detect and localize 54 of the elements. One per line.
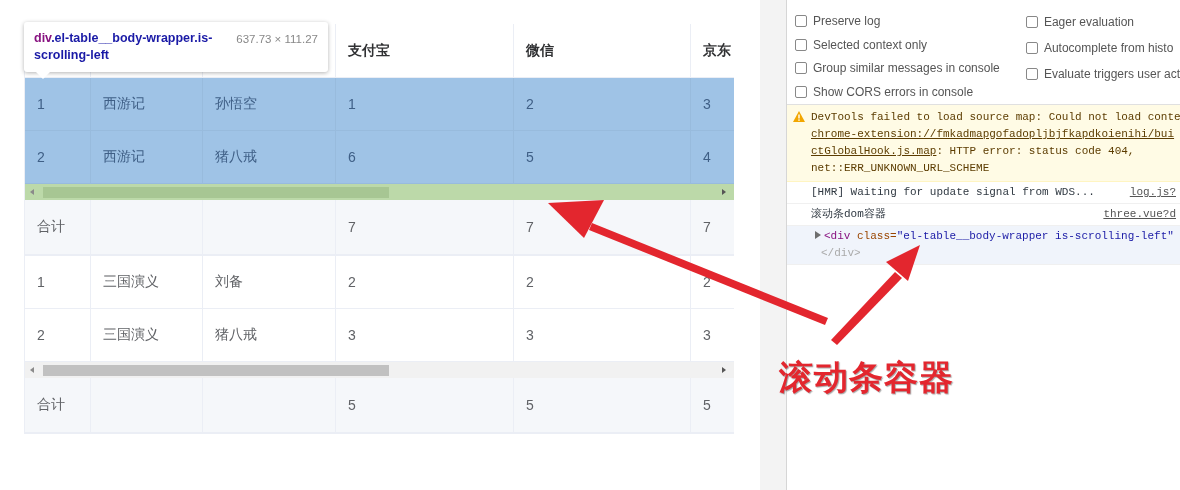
checkbox-option[interactable]: Evaluate triggers user act: [1025, 61, 1180, 87]
left-arrow-icon[interactable]: [30, 367, 34, 373]
source-map-link[interactable]: chrome-extension://fmkadmapgofadopljbjfkapdkoienihi/bui: [811, 128, 1175, 140]
checkbox[interactable]: [1025, 68, 1038, 80]
element-node[interactable]: <div class="el-table__body-wrapper is-scrolling-left": [824, 230, 1174, 242]
footer-cell: 7: [336, 200, 514, 255]
checkbox[interactable]: [1025, 16, 1038, 28]
table-cell: 刘备: [203, 256, 336, 309]
checkbox-option[interactable]: Autocomplete from histo: [1025, 35, 1180, 61]
scrollbar[interactable]: [25, 184, 734, 200]
checkbox-option[interactable]: Group similar messages in console: [795, 56, 1026, 81]
table-cell: 2: [336, 256, 514, 309]
right-arrow-icon[interactable]: [722, 367, 726, 373]
footer-cell: 7: [691, 200, 734, 255]
checkbox-option[interactable]: Eager evaluation: [1025, 9, 1180, 35]
footer-cell: 合计: [25, 378, 91, 433]
closing-tag: </div>: [815, 247, 861, 259]
footer-cell: 5: [336, 378, 514, 433]
left-arrow-icon[interactable]: [30, 189, 34, 195]
column-header: 微信: [514, 24, 691, 78]
warning-text: ctGlobalHook.js.map: HTTP error: status code 404,: [811, 144, 1136, 159]
log-message: 滚动条dom容器: [811, 207, 886, 222]
table-cell: 2: [514, 78, 691, 131]
scrollbar[interactable]: [25, 362, 734, 378]
table-cell: 三国演义: [91, 256, 203, 309]
table-cell: 1: [25, 256, 91, 309]
checkbox[interactable]: [795, 86, 807, 99]
annotation-label: 滚动条容器: [779, 357, 954, 398]
scrollbar-thumb[interactable]: [43, 365, 389, 376]
footer-cell: 合计: [25, 200, 91, 255]
source-map-link[interactable]: ctGlobalHook.js.map: [811, 145, 937, 157]
table-cell: 1: [25, 78, 91, 131]
checkbox[interactable]: [1025, 42, 1038, 54]
expand-triangle-icon[interactable]: [815, 231, 821, 239]
checkbox[interactable]: [795, 14, 807, 27]
checkbox-option[interactable]: Preserve log: [795, 9, 1026, 33]
element-size: 637.73 × 111.27: [236, 32, 318, 47]
checkbox-option[interactable]: Show CORS errors in console: [795, 80, 1026, 104]
checkbox[interactable]: [795, 38, 807, 51]
table-cell: 孙悟空: [203, 78, 336, 131]
element-selector: div.el-table__body-wrapper.is-scrolling-left: [34, 30, 214, 64]
source-link[interactable]: log.js?: [1129, 184, 1176, 201]
table-cell: 1: [336, 78, 514, 131]
checkbox[interactable]: [795, 62, 807, 75]
table-cell: 西游记: [91, 78, 203, 131]
footer-cell: 5: [691, 378, 734, 433]
log-message: [HMR] Waiting for update signal from WDS...: [811, 185, 1095, 200]
column-header: 支付宝: [336, 24, 514, 78]
footer-cell: 5: [514, 378, 691, 433]
warning-text: net::ERR_UNKNOWN_URL_SCHEME: [811, 161, 991, 176]
right-arrow-icon[interactable]: [722, 189, 726, 195]
source-link[interactable]: three.vue?d: [1103, 206, 1176, 223]
warning-icon: [793, 111, 805, 122]
checkbox-option[interactable]: Selected context only: [795, 32, 1026, 57]
